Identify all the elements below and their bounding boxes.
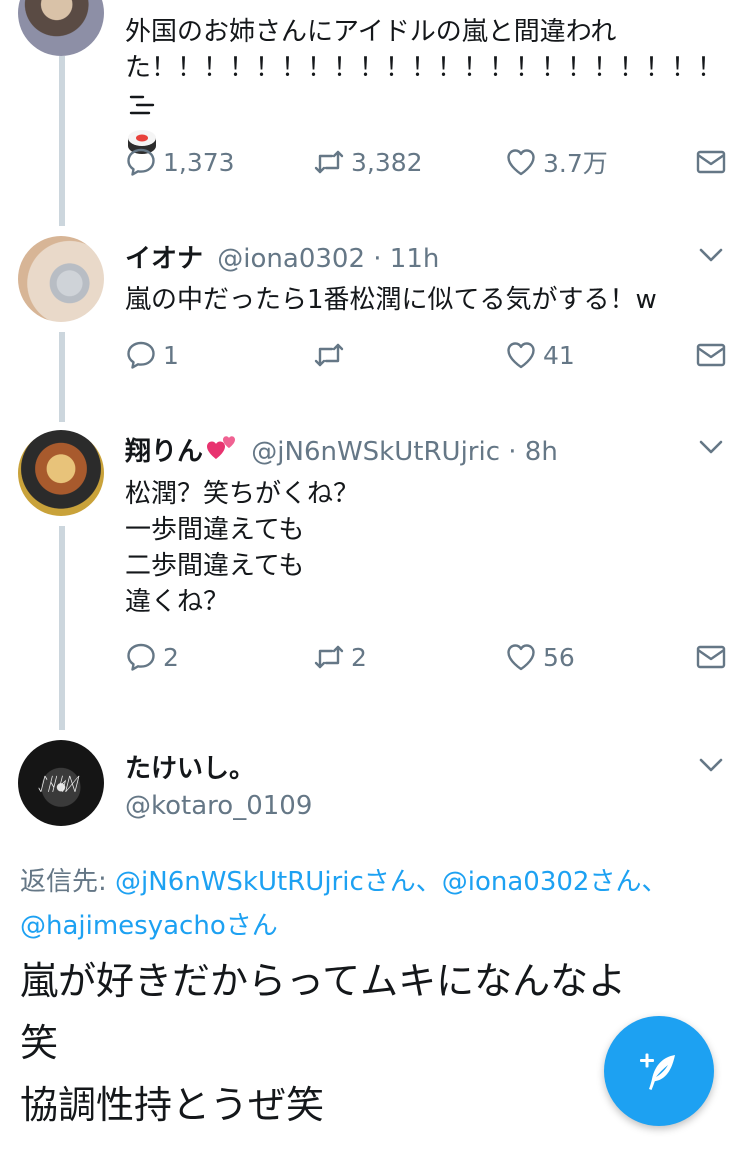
- envelope-icon: [696, 343, 726, 367]
- like-button[interactable]: 56: [505, 637, 575, 677]
- compose-tweet-button[interactable]: [604, 1016, 714, 1126]
- like-button[interactable]: 3.7万: [505, 142, 608, 182]
- tweet-header: たけいし。 @kotaro_0109: [125, 748, 312, 821]
- thread-line: [59, 56, 65, 226]
- avatar[interactable]: [18, 430, 104, 516]
- thread-line: [59, 526, 65, 730]
- user-handle[interactable]: @iona0302: [217, 244, 365, 274]
- reply-count: 2: [163, 642, 179, 672]
- avatar[interactable]: [18, 236, 104, 322]
- reply-icon: [127, 341, 155, 369]
- separator-dot: ·: [365, 244, 390, 274]
- tweet-text: 嵐の中だったら1番松潤に似てる気がする！w: [125, 285, 657, 315]
- avatar[interactable]: [18, 0, 104, 56]
- retweet-count: 2: [351, 642, 367, 672]
- retweet-button[interactable]: [313, 335, 351, 375]
- tweet-actions: 1,373 3,382 3.7万: [125, 142, 735, 182]
- avatar[interactable]: ᛇᚺᛋᛞ: [18, 740, 104, 826]
- chevron-down-icon[interactable]: [698, 434, 724, 460]
- tweet-text-line: 違くね？: [125, 587, 230, 617]
- display-name[interactable]: たけいし。: [125, 748, 312, 785]
- display-name[interactable]: 翔りん: [125, 437, 203, 467]
- tweet-text-line: 外国のお姉さんにアイドルの嵐と間違われ: [125, 17, 617, 47]
- retweet-icon: [314, 343, 344, 367]
- tweet-text-line: 笑: [20, 1021, 59, 1065]
- like-count: 56: [543, 642, 575, 672]
- hearts-emoji-icon: [207, 436, 236, 459]
- reply-button[interactable]: 2: [125, 637, 179, 677]
- tweet-text-line: た！！！！！！！！！！！！！！！！！！！！！！: [125, 50, 750, 122]
- user-handle[interactable]: @jN6nWSkUtRUjric: [251, 437, 500, 467]
- thread-line: [59, 332, 65, 422]
- compose-quill-icon: [640, 1053, 675, 1090]
- translate-icon[interactable]: [127, 93, 157, 117]
- reply-count: 1,373: [163, 147, 235, 177]
- retweet-button[interactable]: 3,382: [313, 142, 423, 182]
- tweet-actions: 1 41: [125, 335, 735, 375]
- heart-icon: [507, 149, 535, 176]
- mention-link[interactable]: @iona0302さん、: [442, 867, 668, 897]
- reply-to-label: 返信先:: [20, 867, 116, 897]
- avatar-logo-icon: ᛇᚺᛋᛞ: [36, 774, 76, 795]
- heart-icon: [507, 342, 535, 369]
- reply-button[interactable]: 1: [125, 335, 179, 375]
- chevron-down-icon[interactable]: [698, 752, 724, 778]
- tweet-text-line: 一歩間違えても: [125, 515, 305, 545]
- envelope-icon: [696, 150, 726, 174]
- tweet-header: 翔りん @jN6nWSkUtRUjric · 8h: [125, 431, 558, 468]
- dm-button[interactable]: [695, 637, 727, 677]
- retweet-icon: [314, 150, 344, 174]
- mention-link[interactable]: @jN6nWSkUtRUjricさん、: [115, 867, 442, 897]
- tweet-actions: 2 2 56: [125, 637, 735, 677]
- tweet-text-line: 二歩間違えても: [125, 551, 305, 581]
- like-button[interactable]: 41: [505, 335, 575, 375]
- like-count: 41: [543, 340, 575, 370]
- mention-link[interactable]: @hajimesyachoさん: [20, 911, 278, 941]
- retweet-count: 3,382: [351, 147, 423, 177]
- reply-to-line: 返信先: @jN6nWSkUtRUjricさん、@iona0302さん、 @ha…: [20, 860, 730, 948]
- separator-dot: ·: [500, 437, 525, 467]
- tweet-text-line: 嵐が好きだからってムキになんなよ: [20, 959, 627, 1003]
- timestamp[interactable]: 8h: [525, 437, 558, 467]
- chevron-down-icon[interactable]: [698, 242, 724, 268]
- like-count: 3.7万: [543, 149, 608, 178]
- reply-count: 1: [163, 340, 179, 370]
- dm-button[interactable]: [695, 142, 727, 182]
- tweet-text: 嵐が好きだからってムキになんなよ 笑 協調性持とうぜ笑: [20, 950, 626, 1136]
- tweet-text: 外国のお姉さんにアイドルの嵐と間違われ た！！！！！！！！！！！！！！！！！！！…: [125, 14, 750, 158]
- reply-icon: [127, 148, 155, 176]
- envelope-icon: [696, 645, 726, 669]
- reply-button[interactable]: 1,373: [125, 142, 235, 182]
- tweet-text-line: 松潤？笑ちがくね？: [125, 479, 360, 509]
- heart-icon: [507, 644, 535, 671]
- retweet-button[interactable]: 2: [313, 637, 367, 677]
- tweet-header: イオナ @iona0302 · 11h: [125, 238, 439, 275]
- tweet-text-line: 協調性持とうぜ笑: [20, 1083, 325, 1127]
- retweet-icon: [314, 645, 344, 669]
- display-name[interactable]: イオナ: [125, 244, 203, 274]
- user-handle[interactable]: @kotaro_0109: [125, 791, 312, 821]
- dm-button[interactable]: [695, 335, 727, 375]
- reply-icon: [127, 643, 155, 671]
- tweet-text-line: た！！！！！！！！！！！！！！！！！！！！！！: [125, 53, 724, 83]
- timestamp[interactable]: 11h: [390, 244, 440, 274]
- tweet-text: 松潤？笑ちがくね？ 一歩間違えても 二歩間違えても 違くね？: [125, 476, 359, 620]
